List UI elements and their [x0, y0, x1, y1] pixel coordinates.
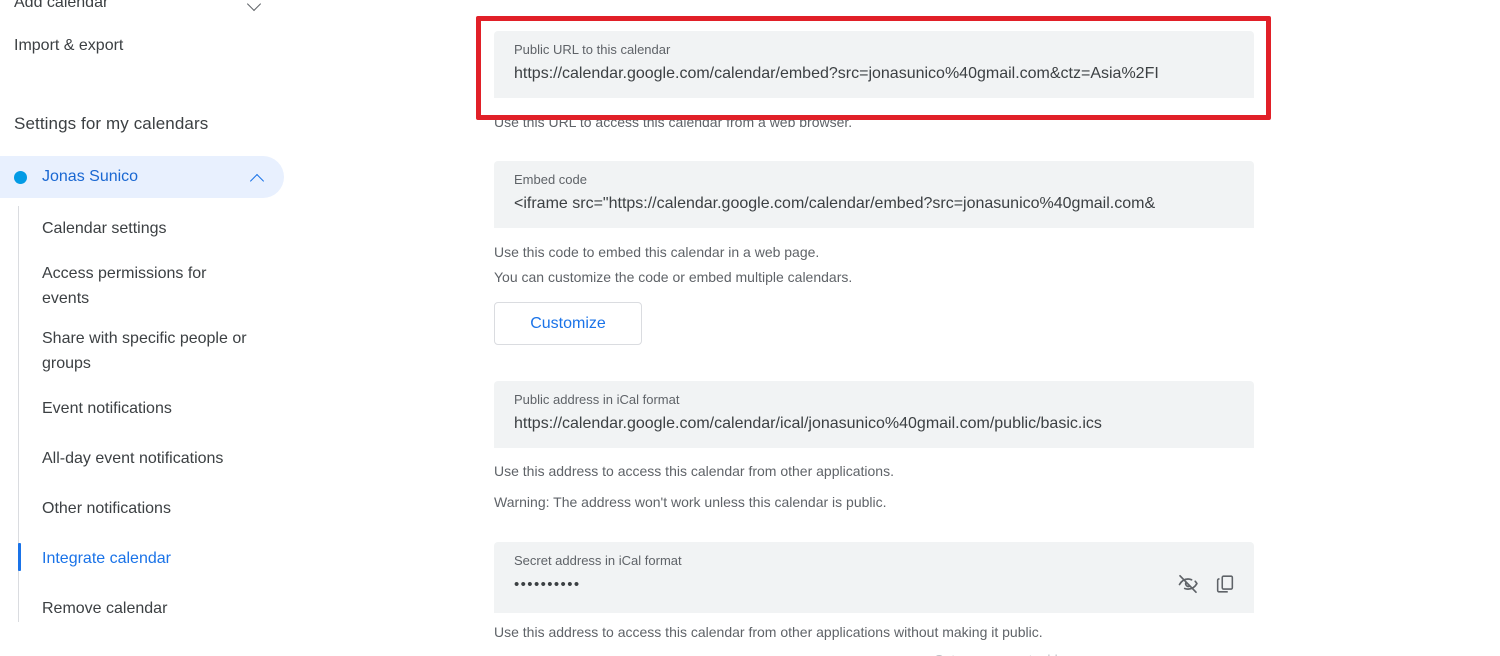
chevron-down-icon [247, 0, 263, 11]
settings-sidebar: Add calendar Import & export Settings fo… [0, 0, 440, 656]
calendar-name-label: Jonas Sunico [42, 168, 139, 185]
bottom-partial-label: Get a new secret address [934, 651, 1500, 656]
public-ical-label: Public address in iCal format [514, 392, 680, 407]
secret-ical-label: Secret address in iCal format [514, 553, 682, 568]
copy-icon[interactable] [1214, 573, 1236, 595]
secret-ical-field[interactable]: Secret address in iCal format •••••••••• [494, 542, 1254, 613]
secret-ical-actions [1176, 572, 1236, 596]
public-ical-field[interactable]: Public address in iCal format https://ca… [494, 381, 1254, 448]
sidebar-item-calendar-settings[interactable]: Calendar settings [42, 216, 272, 241]
bottom-partial-row: Get a new secret address [934, 651, 1500, 656]
sidebar-item-integrate-calendar[interactable]: Integrate calendar [42, 546, 272, 571]
sidebar-item-event-notifications[interactable]: Event notifications [42, 396, 272, 421]
sidebar-item-remove-calendar[interactable]: Remove calendar [42, 596, 272, 621]
public-ical-helper-2: Warning: The address won't work unless t… [494, 494, 887, 510]
sidebar-item-other-notifications[interactable]: Other notifications [42, 496, 272, 521]
public-url-label: Public URL to this calendar [514, 42, 671, 57]
embed-code-value[interactable]: <iframe src="https://calendar.google.com… [514, 192, 1236, 216]
embed-code-helper-1: Use this code to embed this calendar in … [494, 244, 820, 260]
public-url-value[interactable]: https://calendar.google.com/calendar/emb… [514, 62, 1236, 86]
embed-code-field[interactable]: Embed code <iframe src="https://calendar… [494, 161, 1254, 228]
integrate-calendar-panel: Public URL to this calendar https://cale… [440, 0, 1500, 656]
public-ical-helper-1: Use this address to access this calendar… [494, 463, 894, 479]
public-url-helper: Use this URL to access this calendar fro… [494, 114, 853, 130]
sidebar-item-add-calendar[interactable]: Add calendar [0, 0, 285, 18]
public-url-field[interactable]: Public URL to this calendar https://cale… [494, 31, 1254, 98]
sidebar-item-label: Import & export [14, 37, 124, 54]
embed-code-helper-2: You can customize the code or embed mult… [494, 269, 853, 285]
eye-off-icon[interactable] [1176, 572, 1200, 596]
calendar-color-dot [14, 170, 27, 184]
sidebar-item-import-export[interactable]: Import & export [14, 33, 123, 59]
sidebar-item-jonas-sunico[interactable]: Jonas Sunico [0, 156, 284, 198]
chevron-up-icon[interactable] [250, 169, 266, 185]
sidebar-item-access-permissions[interactable]: Access permissions for events [42, 261, 257, 311]
secret-ical-helper: Use this address to access this calendar… [494, 624, 1043, 640]
active-item-indicator [18, 543, 21, 571]
sidebar-section-heading: Settings for my calendars [14, 114, 209, 133]
embed-code-label: Embed code [514, 172, 587, 187]
customize-button[interactable]: Customize [494, 302, 642, 345]
sidebar-item-all-day-notifications[interactable]: All-day event notifications [42, 446, 272, 471]
public-ical-value[interactable]: https://calendar.google.com/calendar/ica… [514, 412, 1236, 436]
secret-ical-value[interactable]: •••••••••• [514, 573, 1236, 597]
sidebar-item-label: Add calendar [14, 0, 109, 11]
sidebar-item-share-with-people[interactable]: Share with specific people or groups [42, 326, 267, 376]
calendar-settings-page: Add calendar Import & export Settings fo… [0, 0, 1500, 656]
